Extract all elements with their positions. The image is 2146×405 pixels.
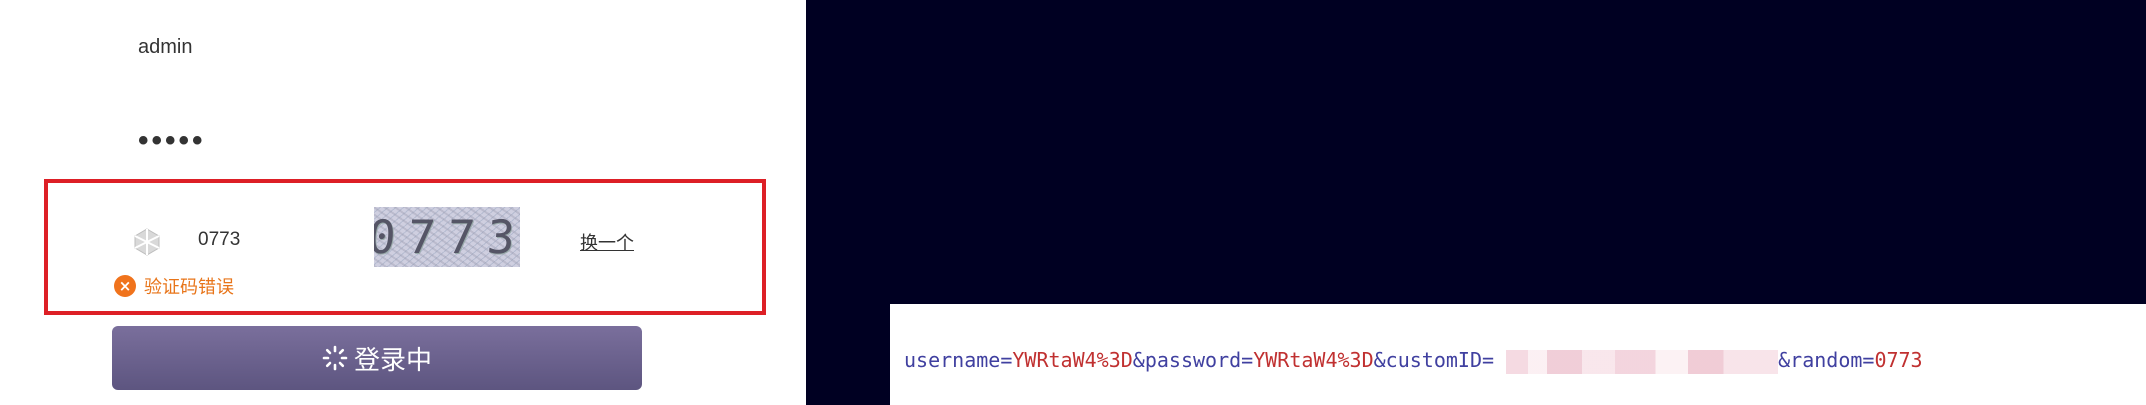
login-button[interactable]: 登录中 — [112, 326, 642, 390]
login-panel: admin ••••• 0773 0773 换一个 × 验证码错误 登录中 — [0, 0, 806, 405]
param-password-value: YWRtaW4%3D — [1253, 348, 1374, 372]
param-username-key: username= — [904, 348, 1013, 372]
param-password-key: &password= — [1132, 348, 1254, 372]
username-field[interactable]: admin — [138, 36, 192, 59]
password-field[interactable]: ••••• — [138, 124, 206, 158]
captcha-error-text: 验证码错误 — [144, 277, 234, 298]
redacted-customid — [1506, 349, 1779, 374]
request-payload-panel: username=YWRtaW4%3D&password=YWRtaW4%3D&… — [890, 304, 2146, 405]
captcha-refresh-link[interactable]: 换一个 — [580, 229, 634, 255]
param-username-value: YWRtaW4%3D — [1012, 348, 1133, 372]
login-button-label: 登录中 — [353, 345, 432, 376]
request-payload-text: username=YWRtaW4%3D&password=YWRtaW4%3D&… — [904, 348, 1923, 374]
error-x-icon: × — [114, 275, 136, 297]
param-random-key: &random= — [1778, 348, 1875, 372]
spinner-icon — [322, 345, 348, 371]
captcha-error: × 验证码错误 — [114, 273, 234, 299]
param-customid-key: &customID= — [1373, 348, 1495, 372]
captcha-image-text: 0773 — [374, 210, 520, 264]
captcha-shield-icon — [134, 228, 160, 256]
captcha-input[interactable]: 0773 — [198, 229, 240, 251]
captcha-highlight-box: 0773 0773 换一个 × 验证码错误 — [44, 179, 766, 315]
captcha-image[interactable]: 0773 — [374, 207, 520, 267]
screen: admin ••••• 0773 0773 换一个 × 验证码错误 登录中 us… — [0, 0, 2146, 405]
param-random-value: 0773 — [1874, 348, 1923, 372]
